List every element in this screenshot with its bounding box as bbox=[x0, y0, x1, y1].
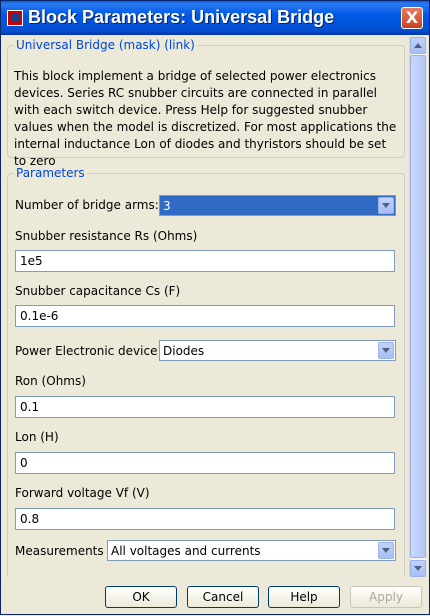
snubber-resistance-label: Snubber resistance Rs (Ohms) bbox=[15, 229, 198, 243]
snubber-resistance-input[interactable]: 1e5 bbox=[15, 250, 395, 272]
forward-voltage-input[interactable]: 0.8 bbox=[15, 508, 395, 530]
snubber-capacitance-input[interactable]: 0.1e-6 bbox=[15, 305, 395, 327]
block-parameters-dialog: Block Parameters: Universal Bridge X Uni… bbox=[0, 0, 430, 615]
vertical-scrollbar[interactable] bbox=[409, 37, 426, 577]
chevron-down-icon[interactable] bbox=[378, 542, 394, 559]
scroll-down-icon[interactable] bbox=[410, 560, 426, 577]
mask-group-label[interactable]: Universal Bridge (mask) (link) bbox=[14, 38, 197, 52]
measurements-dropdown[interactable]: All voltages and currents bbox=[107, 540, 396, 561]
measurements-value: All voltages and currents bbox=[111, 544, 261, 558]
power-device-label: Power Electronic device bbox=[15, 344, 158, 358]
chevron-down-icon[interactable] bbox=[378, 197, 394, 214]
scroll-up-icon[interactable] bbox=[410, 37, 426, 54]
lon-input[interactable]: 0 bbox=[15, 452, 395, 474]
ron-input[interactable]: 0.1 bbox=[15, 396, 395, 418]
parameters-group-label: Parameters bbox=[14, 166, 87, 180]
forward-voltage-label: Forward voltage Vf (V) bbox=[15, 486, 150, 500]
bridge-arms-dropdown[interactable]: 3 bbox=[159, 195, 396, 216]
ok-button[interactable]: OK bbox=[105, 586, 177, 608]
button-bar: OK Cancel Help Apply bbox=[1, 581, 430, 616]
chevron-down-icon[interactable] bbox=[378, 342, 394, 359]
help-button[interactable]: Help bbox=[268, 586, 340, 608]
lon-label: Lon (H) bbox=[15, 430, 59, 444]
power-device-dropdown[interactable]: Diodes bbox=[159, 340, 396, 361]
apply-button: Apply bbox=[350, 586, 422, 608]
cancel-button[interactable]: Cancel bbox=[187, 586, 259, 608]
title-bar[interactable]: Block Parameters: Universal Bridge X bbox=[1, 1, 429, 35]
dialog-content: Universal Bridge (mask) (link) This bloc… bbox=[4, 37, 408, 577]
ron-label: Ron (Ohms) bbox=[15, 374, 86, 388]
scroll-thumb[interactable] bbox=[410, 55, 426, 558]
power-device-value: Diodes bbox=[163, 344, 205, 358]
close-icon: X bbox=[405, 8, 419, 27]
measurements-label: Measurements bbox=[15, 544, 104, 558]
parameters-group: Parameters Number of bridge arms: 3 Snub… bbox=[7, 166, 405, 577]
simulink-block-icon bbox=[7, 10, 23, 26]
mask-description-text: This block implement a bridge of selecte… bbox=[14, 69, 397, 168]
mask-description-group: Universal Bridge (mask) (link) This bloc… bbox=[7, 38, 405, 168]
close-button[interactable]: X bbox=[401, 7, 423, 29]
window-title: Block Parameters: Universal Bridge bbox=[28, 7, 335, 27]
bridge-arms-value: 3 bbox=[163, 199, 171, 213]
bridge-arms-label: Number of bridge arms: bbox=[15, 198, 159, 212]
snubber-capacitance-label: Snubber capacitance Cs (F) bbox=[15, 284, 181, 298]
